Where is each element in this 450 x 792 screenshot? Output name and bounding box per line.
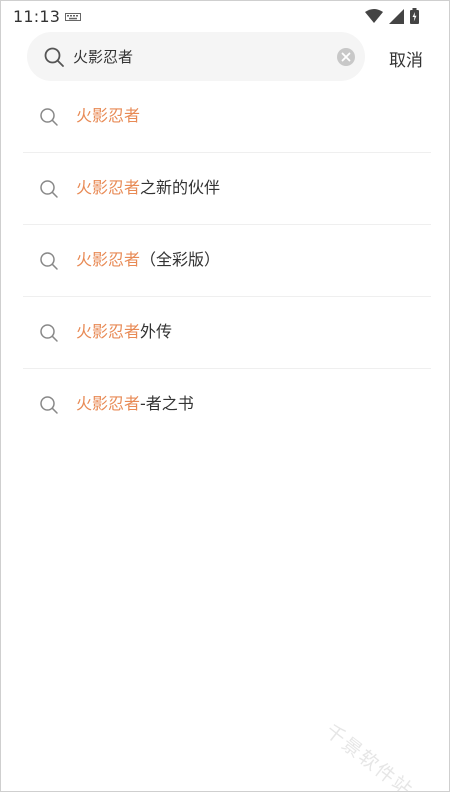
search-bar (27, 32, 365, 81)
suggestion-rest: （全彩版） (140, 250, 221, 269)
search-icon (40, 396, 58, 414)
search-icon (40, 252, 58, 270)
keyboard-icon (65, 13, 81, 21)
status-time: 11:13 (13, 7, 61, 26)
suggestion-highlight: 火影忍者 (76, 394, 141, 413)
suggestion-text: 火影忍者外传 (76, 321, 172, 343)
search-icon (40, 180, 58, 198)
signal-icon (389, 8, 404, 24)
wifi-icon (365, 9, 383, 23)
suggestion-highlight: 火影忍者 (76, 250, 141, 269)
suggestion-list: 火影忍者 火影忍者之新的伙伴 火影忍者（全彩版） 火影忍者外传 火影忍者-者之书 (23, 81, 431, 440)
search-icon (40, 324, 58, 342)
suggestion-highlight: 火影忍者 (76, 322, 141, 341)
status-bar: 11:13 (1, 1, 449, 31)
suggestion-text: 火影忍者（全彩版） (76, 249, 220, 271)
suggestion-highlight: 火影忍者 (76, 106, 141, 125)
suggestion-rest: 外传 (140, 322, 173, 341)
suggestion-rest: -者之书 (140, 394, 194, 413)
battery-icon (410, 8, 419, 24)
screen: 11:13 火影忍者 取消 火影忍者 火影忍者之新的伙伴 火影忍者（全彩版） 火… (0, 0, 450, 792)
search-box[interactable] (27, 32, 365, 81)
search-icon (44, 47, 64, 67)
clear-icon[interactable] (336, 47, 356, 67)
suggestion-item[interactable]: 火影忍者 (23, 81, 431, 153)
suggestion-item[interactable]: 火影忍者（全彩版） (23, 225, 431, 297)
suggestion-text: 火影忍者 (76, 105, 140, 127)
suggestion-text: 火影忍者-者之书 (76, 393, 194, 415)
search-icon (40, 108, 58, 126)
status-icons (365, 8, 419, 24)
cancel-button[interactable]: 取消 (389, 46, 423, 71)
suggestion-rest: 之新的伙伴 (140, 178, 221, 197)
watermark: 千景软件站 (320, 720, 418, 792)
suggestion-item[interactable]: 火影忍者之新的伙伴 (23, 153, 431, 225)
suggestion-highlight: 火影忍者 (76, 178, 141, 197)
suggestion-item[interactable]: 火影忍者外传 (23, 297, 431, 369)
suggestion-item[interactable]: 火影忍者-者之书 (23, 369, 431, 440)
suggestion-text: 火影忍者之新的伙伴 (76, 177, 220, 199)
search-input[interactable] (73, 32, 323, 81)
